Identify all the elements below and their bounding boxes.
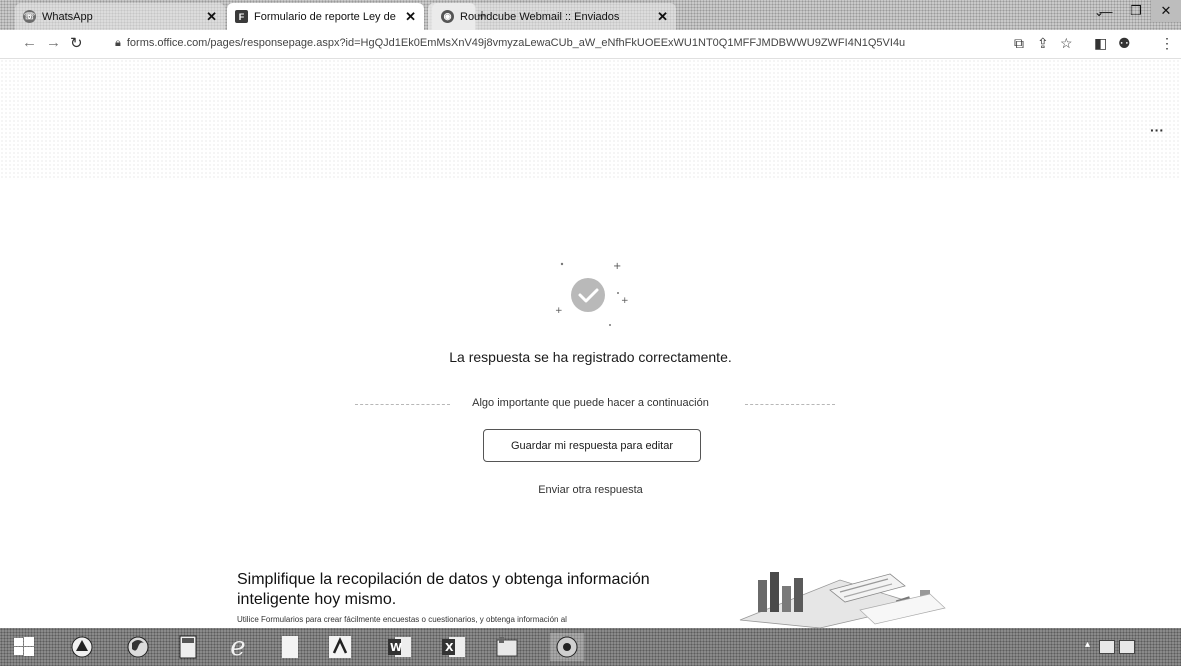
success-check-icon: + + + — [555, 261, 629, 326]
google-lens-icon[interactable]: ⧉ — [1014, 35, 1024, 52]
whatsapp-icon: ☏ — [23, 10, 36, 23]
svg-text:+: + — [613, 261, 621, 272]
tab-label: Formulario de reporte Ley de En — [254, 10, 400, 23]
roundcube-icon: ◉ — [441, 10, 454, 23]
svg-text:+: + — [555, 306, 563, 316]
profile-icon[interactable]: ⚉ — [1118, 35, 1131, 52]
lock-icon: 🔒︎ — [115, 37, 121, 49]
address-bar[interactable]: 🔒︎ forms.office.com/pages/responsepage.as… — [115, 37, 995, 53]
file-icon[interactable] — [276, 633, 304, 661]
close-window-button[interactable]: ✕ — [1151, 0, 1181, 22]
system-tray: ▴ — [1041, 628, 1181, 666]
minimize-button[interactable]: — — [1091, 0, 1121, 22]
promo-description: Utilice Formularios para crear fácilment… — [237, 615, 567, 624]
more-options-icon[interactable]: ··· — [1150, 122, 1164, 138]
windows-taskbar: e W X ▴ — [0, 628, 1181, 666]
chevron-up-icon[interactable]: ▴ — [1085, 639, 1090, 650]
share-icon[interactable]: ⇪ — [1037, 35, 1049, 52]
tab-label: Roundcube Webmail :: Enviados — [460, 10, 620, 23]
next-steps-text: Algo importante que puede hacer a contin… — [472, 397, 709, 409]
close-icon[interactable]: ✕ — [405, 9, 416, 25]
send-another-response-link[interactable]: Enviar otra respuesta — [0, 484, 1181, 496]
svg-text:W: W — [390, 641, 402, 654]
tab-whatsapp[interactable]: ☏ WhatsApp ✕ — [15, 3, 225, 30]
start-icon[interactable] — [10, 633, 38, 661]
header-banner — [0, 59, 1181, 179]
maximize-button[interactable]: ❐ — [1121, 0, 1151, 22]
menu-kebab-icon[interactable]: ⋮ — [1160, 35, 1174, 52]
promo-title: Simplifique la recopilación de datos y o… — [237, 571, 650, 608]
network-icon[interactable] — [1099, 640, 1115, 654]
back-arrow-icon[interactable]: ← — [22, 34, 37, 51]
word-icon[interactable]: W — [386, 633, 414, 661]
side-panel-icon[interactable]: ◧ — [1094, 35, 1107, 52]
close-icon[interactable]: ✕ — [206, 9, 217, 25]
tab-roundcube[interactable]: ◉ Roundcube Webmail :: Enviados ✕ — [433, 3, 676, 30]
browser-toolbar: ← → ↻ 🔒︎ forms.office.com/pages/responsep… — [0, 30, 1181, 59]
svg-text:+: + — [621, 296, 629, 306]
forms-illustration — [739, 572, 946, 628]
success-message: La respuesta se ha registrado correctame… — [449, 349, 732, 365]
calculator-icon[interactable] — [174, 633, 202, 661]
tab-formulario[interactable]: F Formulario de reporte Ley de En ✕ — [227, 3, 424, 30]
window-controls: — ❐ ✕ — [1091, 0, 1181, 24]
forward-arrow-icon[interactable]: → — [46, 34, 61, 51]
tab-label: WhatsApp — [42, 10, 93, 23]
acrobat-icon[interactable] — [326, 633, 354, 661]
chrome-canary-icon[interactable] — [68, 633, 96, 661]
close-icon[interactable]: ✕ — [657, 9, 668, 25]
excel-icon[interactable]: X — [440, 633, 468, 661]
keyboard-icon[interactable] — [1119, 640, 1135, 654]
bookmark-star-icon[interactable]: ☆ — [1060, 35, 1073, 52]
url-text: forms.office.com/pages/responsepage.aspx… — [126, 37, 906, 49]
paint-icon[interactable] — [493, 633, 521, 661]
svg-text:X: X — [445, 641, 454, 654]
reload-icon[interactable]: ↻ — [70, 34, 83, 52]
internet-explorer-icon[interactable]: e — [224, 632, 252, 662]
save-response-button[interactable]: Guardar mi respuesta para editar — [483, 429, 701, 462]
firefox-icon[interactable] — [124, 633, 152, 661]
chrome-icon[interactable] — [550, 633, 584, 661]
forms-icon: F — [235, 10, 248, 23]
